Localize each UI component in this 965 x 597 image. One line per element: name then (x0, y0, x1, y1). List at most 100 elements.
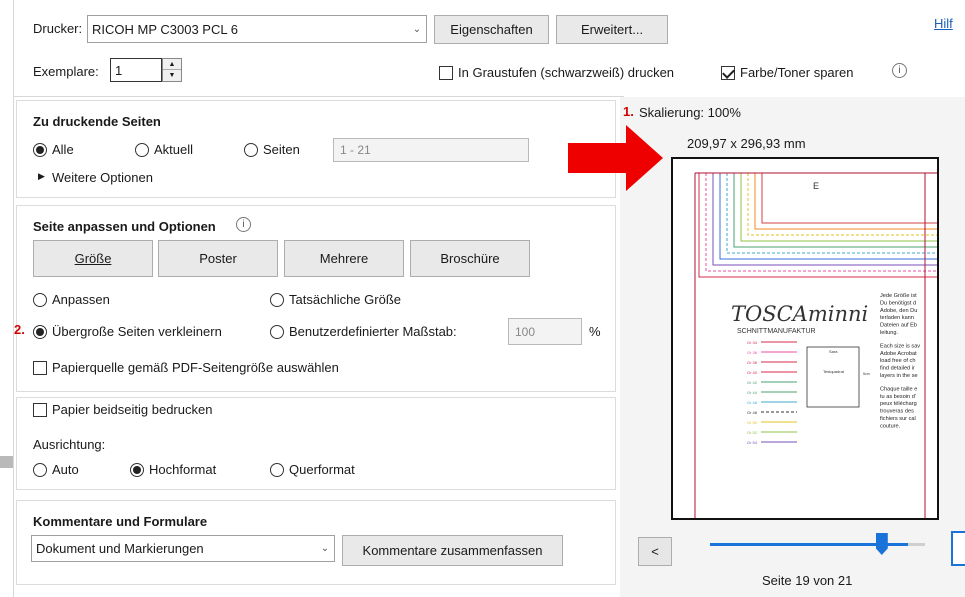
annotation-one: 1. (623, 104, 634, 119)
grayscale-checkbox[interactable] (439, 66, 453, 80)
chevron-down-icon: ⌄ (320, 543, 330, 554)
scale-text: Skalierung: 100% (639, 105, 741, 120)
radio-portrait-label: Hochformat (149, 462, 217, 477)
thumb-tagline: SCHNITTMANUFAKTUR (737, 328, 816, 335)
thumb-text-line: layers in the se (880, 373, 918, 379)
radio-all-label: Alle (52, 142, 74, 157)
orientation-label: Ausrichtung: (33, 437, 106, 452)
chevron-down-icon: ⌄ (412, 23, 422, 35)
thumb-label-e: E (813, 181, 819, 191)
paper-source-checkbox[interactable] (33, 361, 47, 375)
thumb-text-line: trouveras des (880, 409, 914, 415)
thumb-text-line: peux télécharg (880, 401, 917, 407)
radio-current[interactable] (135, 143, 149, 157)
thumb-text-line: leitung. (880, 330, 898, 336)
radio-actual-size-label: Tatsächliche Größe (289, 292, 401, 307)
thumb-text-line: couture. (880, 423, 901, 429)
radio-custom-scale[interactable] (270, 325, 284, 339)
radio-pages[interactable] (244, 143, 258, 157)
info-icon[interactable]: i (892, 63, 907, 78)
radio-custom-scale-label: Benutzerdefinierter Maßstab: (289, 324, 457, 339)
spin-down-icon[interactable]: ▼ (163, 70, 181, 81)
radio-landscape[interactable] (270, 463, 284, 477)
comments-title: Kommentare und Formulare (33, 514, 208, 529)
page-range-input[interactable]: 1 - 21 (333, 138, 529, 162)
copies-input[interactable]: 1 (110, 58, 162, 82)
annotation-two: 2. (14, 322, 25, 337)
spin-up-icon[interactable]: ▲ (163, 59, 181, 70)
divider (14, 96, 624, 97)
sizing-info-icon[interactable]: i (236, 217, 251, 232)
summarize-comments-button[interactable]: Kommentare zusammenfassen (342, 535, 563, 566)
thumb-text-line: fichiers sur cal (880, 416, 916, 422)
thumb-text-line: terladen kann (880, 315, 914, 321)
thumb-text-line: load free of ch (880, 358, 915, 364)
booklet-button[interactable]: Broschüre (410, 240, 530, 277)
printer-label: Drucker: (33, 21, 83, 36)
thumb-text-line: Each size is sav (880, 343, 920, 349)
thumb-text-line: tu as besoin d' (880, 394, 916, 400)
grayscale-label: In Graustufen (schwarzweiß) drucken (458, 65, 675, 80)
left-border (13, 0, 14, 597)
thumb-size-label: Gr 34 (747, 340, 758, 345)
thumb-size-label: Gr 50 (747, 420, 758, 425)
thumb-text-line: Adobe Acrobat (880, 351, 917, 357)
prev-page-button[interactable]: < (638, 537, 672, 566)
size-button[interactable]: Größe (33, 240, 153, 277)
radio-actual-size[interactable] (270, 293, 284, 307)
thumb-size-label: Gr 38 (747, 360, 758, 365)
copies-spinner[interactable]: ▲ ▼ (162, 58, 182, 82)
custom-scale-input[interactable]: 100 (508, 318, 582, 345)
edge-marker (0, 456, 13, 468)
copies-label: Exemplare: (33, 64, 99, 79)
comments-select[interactable]: Dokument und Markierungen ⌄ (31, 535, 335, 562)
save-toner-label: Farbe/Toner sparen (740, 65, 854, 80)
printer-select[interactable]: RICOH MP C3003 PCL 6 ⌄ (87, 15, 427, 43)
thumb-text-line: Dateien auf Eb (880, 323, 917, 329)
next-page-button[interactable] (951, 531, 965, 566)
advanced-button[interactable]: Erweitert... (556, 15, 668, 44)
radio-current-label: Aktuell (154, 142, 194, 157)
radio-shrink-label: Übergroße Seiten verkleinern (52, 324, 222, 339)
properties-button[interactable]: Eigenschaften (434, 15, 549, 44)
radio-shrink[interactable] (33, 325, 47, 339)
thumb-box-label: Sara (829, 349, 838, 354)
save-toner-checkbox[interactable] (721, 66, 735, 80)
more-options-link[interactable]: Weitere Optionen (52, 170, 153, 185)
thumb-size-label: Gr 44 (747, 390, 758, 395)
radio-fit-label: Anpassen (52, 292, 110, 307)
duplex-label: Papier beidseitig bedrucken (52, 402, 213, 417)
red-arrow-icon (568, 125, 663, 191)
help-link[interactable]: Hilf (934, 16, 953, 31)
thumb-box-label: Testquadrat (823, 369, 845, 374)
printer-value: RICOH MP C3003 PCL 6 (92, 21, 238, 37)
pages-title: Zu druckende Seiten (33, 114, 161, 129)
radio-landscape-label: Querformat (289, 462, 355, 477)
radio-pages-label: Seiten (263, 142, 300, 157)
thumb-size-label: Gr 48 (747, 410, 758, 415)
multiple-button[interactable]: Mehrere (284, 240, 404, 277)
expand-triangle-icon[interactable]: ▶ (38, 171, 45, 182)
duplex-checkbox[interactable] (33, 403, 47, 417)
radio-auto[interactable] (33, 463, 47, 477)
radio-portrait[interactable] (130, 463, 144, 477)
thumb-text-line: find detailed ir (880, 366, 915, 372)
thumb-side-mark: 5cm (863, 372, 870, 376)
radio-auto-label: Auto (52, 462, 79, 477)
thumb-size-label: Gr 54 (747, 440, 758, 445)
page-preview: E TOSCAminni SCHNITTMANUFAKTUR Gr 34 Gr 36 Gr… (671, 157, 939, 520)
thumb-text-line: Jede Größe ist (880, 293, 917, 299)
thumb-size-label: Gr 46 (747, 400, 758, 405)
thumb-size-label: Gr 40 (747, 370, 758, 375)
thumb-text-line: Du benötigst d (880, 300, 916, 306)
comments-value: Dokument und Markierungen (36, 541, 204, 556)
radio-fit[interactable] (33, 293, 47, 307)
thumb-text-line: Adobe, den Du (880, 308, 917, 314)
thumb-text-line: Chaque taille e (880, 386, 917, 392)
thumb-logo: TOSCAminni (731, 302, 868, 326)
poster-button[interactable]: Poster (158, 240, 278, 277)
radio-all[interactable] (33, 143, 47, 157)
paper-source-label: Papierquelle gemäß PDF-Seitengröße auswä… (52, 360, 339, 375)
thumb-size-label: Gr 42 (747, 380, 758, 385)
copies-value: 1 (115, 62, 123, 78)
